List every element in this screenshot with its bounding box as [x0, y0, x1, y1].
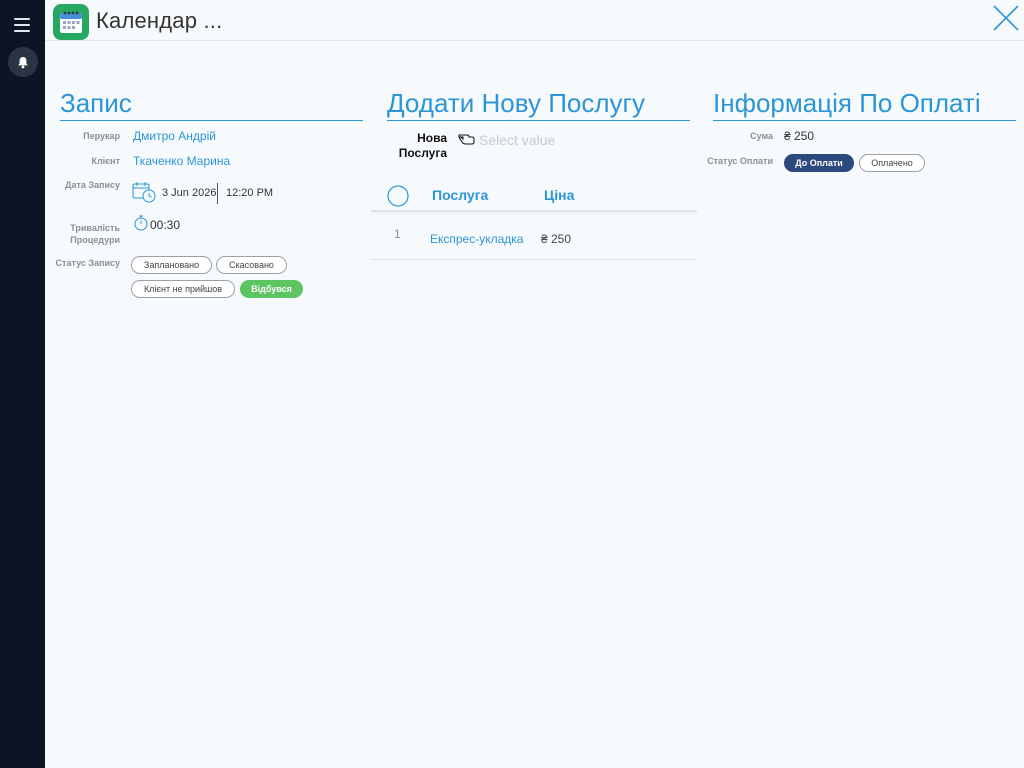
payment-section-title: Інформація По Оплаті — [713, 88, 1016, 121]
row-price: ₴ 250 — [541, 232, 572, 246]
window-title: Календар ... — [96, 8, 223, 33]
payment-paid-button[interactable]: Оплачено — [859, 154, 925, 172]
pointing-hand-icon — [458, 130, 476, 146]
add-service-section-title: Додати Нову Послугу — [387, 88, 690, 121]
status-completed-button[interactable]: Відбувся — [240, 280, 303, 298]
client-value[interactable]: Ткаченко Марина — [133, 154, 230, 168]
column-header-price[interactable]: Ціна — [544, 187, 574, 203]
select-all-checkbox[interactable] — [387, 185, 409, 207]
payment-status-label: Статус Оплати — [707, 156, 773, 166]
duration-label: Тривалість Процедури — [70, 223, 120, 245]
date-value[interactable]: 3 Jun 2026 — [162, 187, 216, 199]
time-value[interactable]: 12:20 PM — [226, 187, 273, 199]
payment-due-button[interactable]: До Оплати — [784, 154, 854, 172]
sum-value: ₴ 250 — [784, 129, 815, 143]
window-header: Календар ... — [45, 0, 1024, 41]
service-select-input[interactable]: Select value — [479, 132, 555, 148]
record-section-title: Запис — [60, 88, 363, 121]
new-service-label: Нова Послуга — [398, 131, 447, 160]
sum-label: Сума — [750, 131, 773, 141]
close-icon[interactable] — [992, 4, 1020, 32]
duration-value[interactable]: 00:30 — [150, 218, 180, 232]
column-header-service[interactable]: Послуга — [432, 187, 488, 203]
client-label: Клієнт — [91, 156, 120, 166]
stopwatch-icon[interactable] — [133, 214, 149, 232]
date-label: Дата Запису — [65, 180, 120, 190]
status-label: Статус Запису — [55, 258, 120, 268]
hamburger-menu-icon[interactable] — [14, 18, 30, 32]
notifications-bell-icon[interactable] — [8, 47, 38, 77]
table-row[interactable]: 1 Експрес-укладка ₴ 250 — [371, 213, 697, 260]
hairdresser-label: Перукар — [83, 131, 120, 141]
calendar-app-icon — [53, 4, 89, 40]
hairdresser-value[interactable]: Дмитро Андрій — [133, 129, 216, 143]
status-scheduled-button[interactable]: Заплановано — [131, 256, 212, 274]
date-time-divider — [217, 183, 218, 204]
row-service-link[interactable]: Експрес-укладка — [430, 232, 523, 246]
sidebar — [0, 0, 45, 768]
status-cancelled-button[interactable]: Скасовано — [216, 256, 287, 274]
table-header-divider — [371, 210, 697, 212]
calendar-clock-icon[interactable] — [132, 181, 156, 203]
row-index: 1 — [394, 227, 401, 241]
status-no-show-button[interactable]: Клієнт не прийшов — [131, 280, 235, 298]
